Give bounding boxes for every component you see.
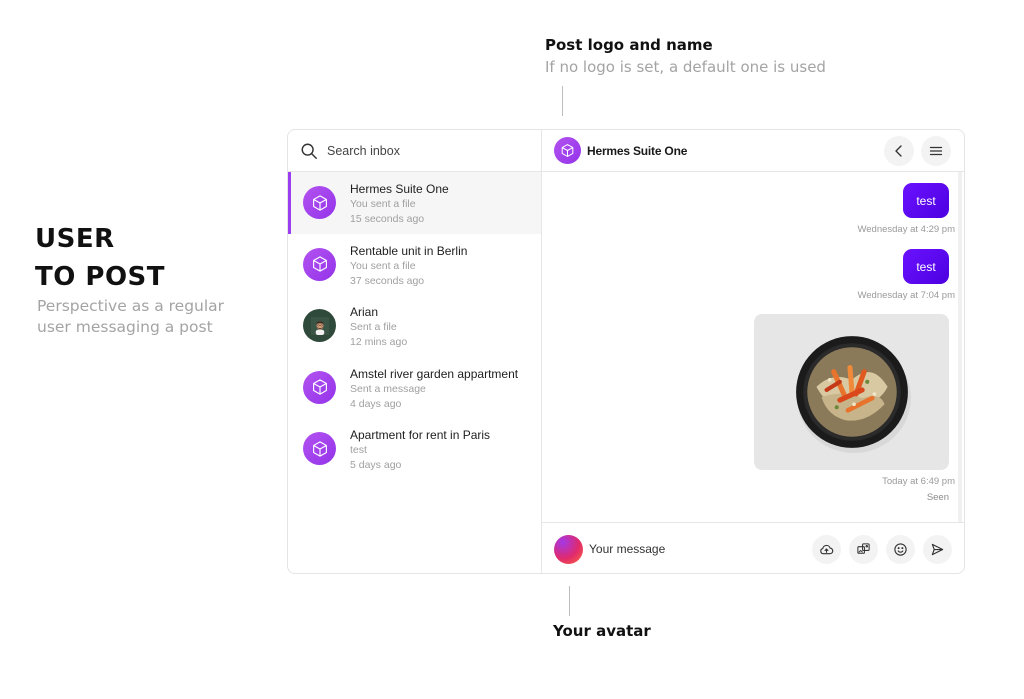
conversation-time: 37 seconds ago bbox=[350, 274, 425, 287]
message-bubble[interactable]: test bbox=[903, 183, 949, 218]
gallery-icon bbox=[857, 543, 870, 554]
conversation-name: Arian bbox=[350, 305, 379, 319]
cube-icon bbox=[303, 370, 336, 404]
emoji-icon bbox=[894, 543, 907, 556]
message-timestamp: Wednesday at 7:04 pm bbox=[857, 290, 955, 301]
cube-icon bbox=[303, 432, 336, 465]
heading-line-2: TO POST bbox=[35, 262, 166, 292]
annotation-post-logo: Post logo and name If no logo is set, a … bbox=[545, 36, 826, 76]
conversation-time: 15 seconds ago bbox=[350, 213, 425, 225]
conversation-last-message: You sent a file bbox=[350, 259, 416, 272]
emoji-button[interactable] bbox=[886, 535, 915, 564]
annotation-title: Post logo and name bbox=[545, 36, 713, 54]
search-icon bbox=[301, 143, 317, 159]
conversation-last-message: test bbox=[350, 444, 367, 456]
conversation-name: Hermes Suite One bbox=[350, 182, 449, 196]
page-heading: USER TO POST bbox=[35, 220, 165, 296]
annotation-pointer-top bbox=[562, 86, 563, 116]
chat-title: Hermes Suite One bbox=[587, 143, 688, 158]
message-timestamp: Wednesday at 4:29 pm bbox=[857, 224, 955, 235]
menu-button[interactable] bbox=[921, 136, 951, 166]
cube-icon bbox=[303, 247, 336, 281]
page-subheading: Perspective as a regular user messaging … bbox=[37, 297, 225, 336]
cube-icon bbox=[303, 186, 336, 219]
search-bar bbox=[288, 130, 541, 172]
food-bowl-image bbox=[795, 336, 911, 453]
chevron-left-icon bbox=[895, 145, 902, 157]
message-bubble[interactable]: test bbox=[903, 249, 949, 284]
scrollbar[interactable] bbox=[958, 172, 962, 522]
message-input[interactable] bbox=[589, 542, 769, 556]
gallery-button[interactable] bbox=[849, 535, 878, 564]
heading-line-1: USER bbox=[35, 224, 115, 254]
conversation-time: 12 mins ago bbox=[350, 336, 408, 348]
inbox-app: Hermes Suite One You sent a file 15 seco… bbox=[287, 129, 965, 574]
upload-button[interactable] bbox=[812, 535, 841, 564]
conversation-item-apartment-paris[interactable]: Apartment for rent in Paris test 5 days … bbox=[288, 418, 541, 480]
seen-indicator: Seen bbox=[926, 492, 949, 503]
send-icon bbox=[931, 543, 944, 556]
conversation-item-amstel-river[interactable]: Amstel river garden appartment Sent a me… bbox=[288, 357, 541, 419]
conversation-sidebar: Hermes Suite One You sent a file 15 seco… bbox=[288, 130, 542, 573]
send-button[interactable] bbox=[923, 535, 952, 564]
message-timestamp: Today at 6:49 pm bbox=[882, 476, 955, 487]
chat-header: Hermes Suite One bbox=[542, 130, 964, 172]
conversation-last-message: You sent a file bbox=[350, 198, 416, 210]
annotation-pointer-bottom bbox=[569, 586, 570, 616]
your-avatar bbox=[554, 534, 583, 564]
conversation-time: 4 days ago bbox=[350, 397, 402, 410]
annotation-your-avatar: Your avatar bbox=[553, 622, 651, 640]
cloud-upload-icon bbox=[820, 544, 834, 555]
message-composer bbox=[542, 522, 964, 573]
conversation-name: Apartment for rent in Paris bbox=[350, 428, 491, 442]
conversation-name: Amstel river garden appartment bbox=[350, 366, 519, 381]
conversation-name: Rentable unit in Berlin bbox=[350, 243, 468, 258]
conversation-last-message: Sent a file bbox=[350, 321, 397, 333]
chat-panel: Hermes Suite One test Wednesday at 4:29 … bbox=[542, 130, 964, 573]
annotation-subtitle: If no logo is set, a default one is used bbox=[545, 58, 826, 76]
user-avatar-arian bbox=[303, 309, 336, 342]
conversation-item-arian[interactable]: Arian Sent a file 12 mins ago bbox=[288, 295, 541, 357]
hamburger-menu-icon bbox=[929, 146, 943, 156]
post-logo-cube-icon bbox=[554, 137, 581, 164]
conversation-item-rentable-unit-berlin[interactable]: Rentable unit in Berlin You sent a file … bbox=[288, 234, 541, 296]
message-list[interactable]: test Wednesday at 4:29 pm test Wednesday… bbox=[542, 172, 964, 522]
conversation-last-message: Sent a message bbox=[350, 382, 426, 395]
search-input[interactable] bbox=[327, 143, 527, 158]
back-button[interactable] bbox=[884, 136, 914, 166]
conversation-time: 5 days ago bbox=[350, 459, 402, 471]
image-message[interactable] bbox=[754, 314, 949, 470]
conversation-item-hermes-suite-one[interactable]: Hermes Suite One You sent a file 15 seco… bbox=[288, 172, 541, 234]
